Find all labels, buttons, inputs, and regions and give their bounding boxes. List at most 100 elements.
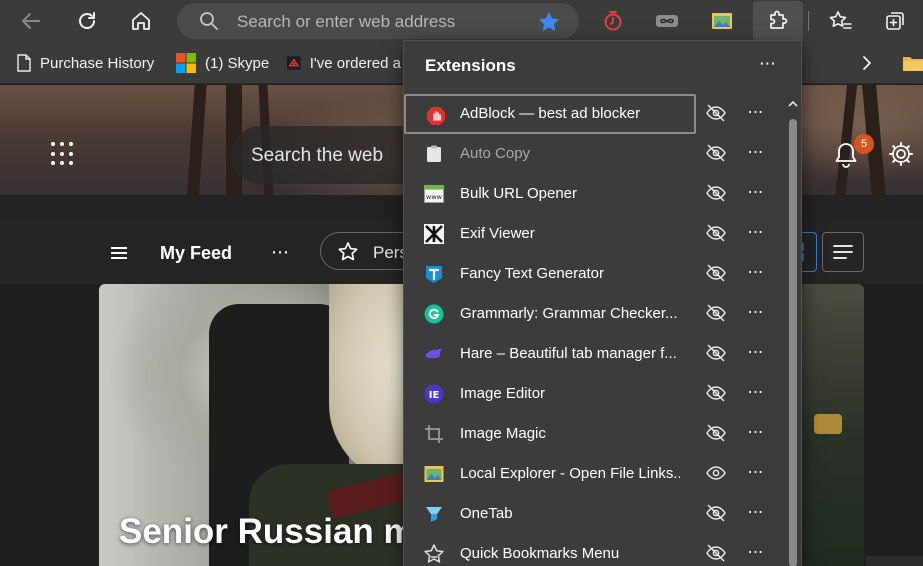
scrollbar-thumb[interactable] xyxy=(789,119,797,566)
browser-window: Search or enter web address Purchase His… xyxy=(0,0,923,566)
extension-label: Auto Copy xyxy=(460,145,531,162)
extension-item[interactable]: AdBlock — best ad blocker xyxy=(404,94,696,134)
hide-from-toolbar-icon[interactable] xyxy=(704,541,728,565)
refresh-button[interactable] xyxy=(70,4,104,38)
extension-more-button[interactable]: ⋯ xyxy=(744,223,768,243)
extension-item[interactable]: Quick Bookmarks Menu xyxy=(404,534,696,566)
feed-more-button[interactable]: ⋯ xyxy=(271,242,290,263)
favorites-button[interactable] xyxy=(824,4,858,38)
extension-item[interactable]: Exif Viewer xyxy=(404,214,696,254)
hide-from-toolbar-icon[interactable] xyxy=(704,421,728,445)
chevron-right-icon[interactable] xyxy=(861,55,873,71)
extension-more-button[interactable]: ⋯ xyxy=(744,543,768,563)
favorite-skype[interactable]: (1) Skype xyxy=(176,53,269,73)
extension-item[interactable]: www Bulk URL Opener xyxy=(404,174,696,214)
extension-label: Image Editor xyxy=(460,385,546,402)
hide-from-toolbar-icon[interactable] xyxy=(704,261,728,285)
extension-more-button[interactable]: ⋯ xyxy=(744,183,768,203)
settings-gear-icon[interactable] xyxy=(888,141,914,167)
app-launcher-icon[interactable] xyxy=(51,142,75,166)
extension-more-button[interactable]: ⋯ xyxy=(744,383,768,403)
svg-text:IE: IE xyxy=(429,390,440,401)
microsoft-logo-icon xyxy=(176,53,196,73)
extension-item[interactable]: Grammarly: Grammar Checker... xyxy=(404,294,696,334)
ie-icon: IE xyxy=(424,384,444,404)
adblock-hand-icon xyxy=(426,106,446,126)
infinity-extension-button[interactable] xyxy=(650,4,684,38)
extension-more-button[interactable]: ⋯ xyxy=(744,343,768,363)
news-headline[interactable]: Senior Russian mi xyxy=(119,512,424,552)
extension-item[interactable]: Auto Copy xyxy=(404,134,696,174)
favorite-label: Purchase History xyxy=(40,54,155,72)
hide-from-toolbar-icon[interactable] xyxy=(704,301,728,325)
onetab-funnel-icon xyxy=(424,504,444,524)
news-photo-medal xyxy=(814,414,842,434)
exif-camera-icon xyxy=(424,224,444,244)
extension-label: Hare – Beautiful tab manager f... xyxy=(460,345,677,362)
extensions-button[interactable] xyxy=(753,1,803,41)
extension-more-button[interactable]: ⋯ xyxy=(744,103,768,123)
list-layout-icon xyxy=(833,245,853,259)
extension-more-button[interactable]: ⋯ xyxy=(744,463,768,483)
collections-button[interactable] xyxy=(878,4,912,38)
local-explorer-toolbar-button[interactable] xyxy=(705,4,739,38)
extension-more-button[interactable]: ⋯ xyxy=(744,263,768,283)
extension-label: Bulk URL Opener xyxy=(460,185,577,202)
hide-from-toolbar-icon[interactable] xyxy=(704,221,728,245)
timer-icon xyxy=(604,11,622,31)
web-search-box[interactable]: Search the web xyxy=(231,126,431,184)
refresh-icon xyxy=(79,12,95,29)
red-logo-icon xyxy=(287,56,301,70)
favorite-purchase-history[interactable]: Purchase History xyxy=(17,53,154,73)
home-button[interactable] xyxy=(124,4,158,38)
search-icon xyxy=(200,12,218,30)
show-in-toolbar-icon[interactable] xyxy=(704,461,728,485)
feed-menu-icon[interactable] xyxy=(111,247,127,259)
favorites-star-list-icon xyxy=(829,11,852,29)
list-layout-button[interactable] xyxy=(822,232,864,272)
back-arrow-icon xyxy=(22,13,40,29)
extensions-panel: Extensions ⋯ AdBlock — best ad blocker ⋯… xyxy=(403,40,802,566)
extension-item[interactable]: Image Magic xyxy=(404,414,696,454)
extension-item[interactable]: IE Image Editor xyxy=(404,374,696,414)
extensions-scrollbar[interactable] xyxy=(786,97,800,566)
crop-icon xyxy=(424,424,444,444)
clipboard-icon xyxy=(424,144,444,164)
my-feed-tab[interactable]: My Feed xyxy=(160,243,232,264)
web-search-placeholder: Search the web xyxy=(251,145,384,166)
fancy-t-icon xyxy=(424,264,444,284)
extension-item[interactable]: Local Explorer - Open File Links... xyxy=(404,454,696,494)
extension-more-button[interactable]: ⋯ xyxy=(744,423,768,443)
back-button[interactable] xyxy=(14,4,48,38)
extension-label: Grammarly: Grammar Checker... xyxy=(460,305,678,322)
extension-more-button[interactable]: ⋯ xyxy=(744,143,768,163)
hide-from-toolbar-icon[interactable] xyxy=(704,501,728,525)
hide-from-toolbar-icon[interactable] xyxy=(704,141,728,165)
hide-from-toolbar-icon[interactable] xyxy=(704,381,728,405)
timer-extension-button[interactable] xyxy=(596,4,630,38)
svg-text:www: www xyxy=(426,193,443,201)
extension-item[interactable]: Hare – Beautiful tab manager f... xyxy=(404,334,696,374)
home-icon xyxy=(132,12,150,30)
extensions-more-button[interactable]: ⋯ xyxy=(759,54,777,74)
extension-more-button[interactable]: ⋯ xyxy=(744,303,768,323)
folder-icon[interactable] xyxy=(902,54,923,72)
favorite-label: I've ordered a xyxy=(309,54,401,72)
extension-label: Fancy Text Generator xyxy=(460,265,604,282)
hide-from-toolbar-icon[interactable] xyxy=(704,341,728,365)
extension-item[interactable]: Fancy Text Generator xyxy=(404,254,696,294)
browser-toolbar: Search or enter web address xyxy=(0,0,923,42)
hide-from-toolbar-icon[interactable] xyxy=(704,101,728,125)
extension-item[interactable]: OneTab xyxy=(404,494,696,534)
favorite-label: (1) Skype xyxy=(205,54,270,72)
scroll-up-arrow-icon[interactable] xyxy=(788,99,798,109)
www-window-icon: www xyxy=(424,184,444,204)
document-icon xyxy=(17,54,31,72)
extension-more-button[interactable]: ⋯ xyxy=(744,503,768,523)
extension-label: Exif Viewer xyxy=(460,225,535,242)
hide-from-toolbar-icon[interactable] xyxy=(704,181,728,205)
favorite-ordered[interactable]: I've ordered a xyxy=(287,53,401,73)
notification-badge: 5 xyxy=(854,134,874,154)
address-bar[interactable]: Search or enter web address xyxy=(177,3,579,39)
favorite-star-icon[interactable] xyxy=(538,11,560,32)
